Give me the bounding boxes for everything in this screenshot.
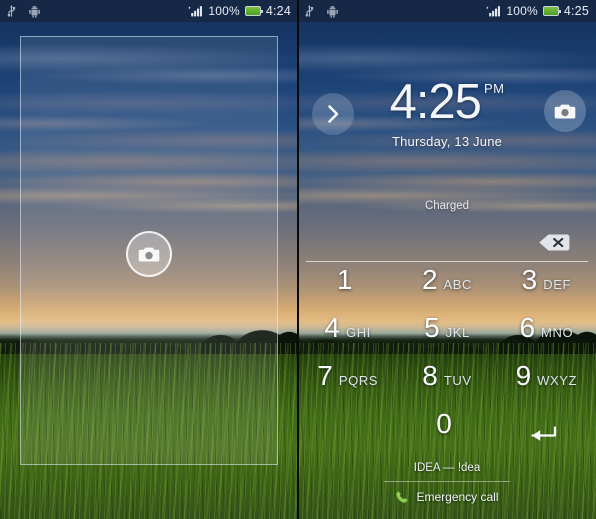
enter-return-arrow-icon [531, 426, 557, 441]
status-bar-left: 100% 4:24 [0, 0, 298, 22]
pin-keypad: 1 2 ABC 3 DEF 4 GHI 5 JKL 6 MNO 7 PQRS 8… [298, 266, 596, 458]
status-bar-clock: 4:25 [563, 4, 589, 18]
right-panel-lockscreen: 4:25 PM Thursday, 13 June Charged 1 2 AB… [298, 0, 596, 519]
keypad-key-4[interactable]: 4 GHI [298, 314, 397, 362]
key-digit: 5 [424, 312, 440, 343]
keypad-divider [306, 261, 588, 262]
keypad-key-5[interactable]: 5 JKL [397, 314, 496, 362]
android-robot-icon [327, 5, 338, 18]
key-letters: TUV [443, 373, 472, 388]
clock-date: Thursday, 13 June [391, 134, 503, 149]
usb-icon [7, 4, 16, 17]
status-bar-right: 100% 4:25 [298, 0, 596, 22]
status-bar-right-cluster: 100% 4:25 [486, 4, 589, 18]
key-letters: WXYZ [537, 373, 578, 388]
clock-ampm: PM [483, 81, 505, 96]
screenshot-stage: 100% 4:24 4:25 PM Thursday, 13 June Char… [0, 0, 596, 519]
battery-percent-label: 100% [506, 4, 538, 18]
keypad-key-8[interactable]: 8 TUV [397, 362, 496, 410]
key-letters: GHI [345, 325, 371, 340]
carrier-name: IDEA — !dea [413, 462, 481, 474]
signal-bars-icon [487, 6, 501, 17]
status-bar-clock: 4:24 [265, 4, 291, 18]
status-bar-left-icons [7, 4, 41, 18]
keypad-key-9[interactable]: 9 WXYZ [497, 362, 596, 410]
keypad-key-3[interactable]: 3 DEF [497, 266, 596, 314]
key-digit: 7 [317, 360, 333, 391]
emergency-call-button[interactable]: Emergency call [298, 490, 596, 504]
battery-percent-label: 100% [208, 4, 240, 18]
camera-unlock-knob[interactable] [126, 231, 172, 277]
android-robot-icon [29, 5, 40, 18]
key-letters: MNO [541, 325, 574, 340]
keypad-key-7[interactable]: 7 PQRS [298, 362, 397, 410]
keypad-key-2[interactable]: 2 ABC [397, 266, 496, 314]
keypad-key-6[interactable]: 6 MNO [497, 314, 596, 362]
key-digit: 9 [515, 360, 532, 391]
signal-bars-icon [189, 6, 203, 17]
battery-full-icon [244, 6, 263, 16]
camera-icon [554, 104, 576, 118]
emergency-call-label: Emergency call [416, 490, 499, 504]
clock-time: 4:25 [389, 75, 482, 129]
status-bar-right-cluster: 100% 4:24 [188, 4, 291, 18]
panel-divider [297, 0, 299, 519]
usb-icon [305, 4, 314, 17]
battery-charge-status: Charged [424, 200, 470, 212]
keypad-key-0[interactable]: 0 [397, 410, 496, 458]
keypad-key-enter[interactable] [497, 410, 596, 458]
keypad-key-1[interactable]: 1 [298, 266, 397, 314]
key-letters: ABC [443, 277, 473, 292]
key-letters: DEF [543, 277, 572, 292]
camera-shortcut-button[interactable] [544, 90, 586, 132]
key-digit: 8 [422, 360, 438, 391]
status-bar-left-icons [305, 4, 339, 18]
key-digit: 6 [519, 312, 536, 343]
carrier-divider [384, 481, 510, 482]
battery-full-icon [542, 6, 561, 16]
key-digit: 1 [336, 264, 353, 295]
key-letters: JKL [445, 325, 470, 340]
phone-handset-icon [396, 491, 409, 503]
key-digit: 4 [324, 312, 340, 343]
chevron-right-icon [327, 105, 338, 123]
camera-icon [138, 247, 160, 261]
backspace-button[interactable] [534, 232, 574, 253]
backspace-delete-icon [539, 234, 570, 251]
key-letters: PQRS [338, 373, 379, 388]
key-digit: 2 [421, 264, 438, 295]
key-digit: 0 [436, 408, 452, 439]
key-digit: 3 [521, 264, 538, 295]
unlock-arrow-button[interactable] [312, 93, 354, 135]
left-panel-camera-preview: 100% 4:24 [0, 0, 298, 519]
